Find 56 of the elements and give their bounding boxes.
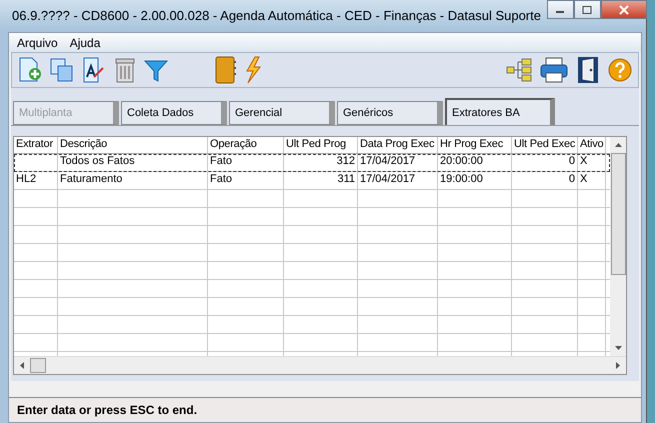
column-header[interactable]: Extrator bbox=[14, 137, 58, 153]
column-header[interactable]: Ativo bbox=[578, 137, 606, 153]
table-cell: Faturamento bbox=[58, 172, 208, 189]
notebook-icon[interactable] bbox=[214, 56, 236, 84]
menu-item[interactable]: Ajuda bbox=[66, 36, 104, 50]
tab[interactable]: Extratores BA bbox=[445, 98, 555, 125]
close-button[interactable] bbox=[600, 0, 647, 19]
copy-icon[interactable] bbox=[50, 57, 74, 83]
new-document-icon[interactable] bbox=[18, 57, 42, 83]
scroll-left-icon[interactable] bbox=[20, 362, 24, 369]
table-cell: 0 bbox=[512, 154, 578, 171]
tree-icon[interactable] bbox=[506, 57, 532, 83]
table-cell: 20:00:00 bbox=[438, 154, 512, 171]
table-row[interactable]: Todos os Fatos Fato 312 17/04/2017 20:00:00 0 X bbox=[14, 154, 610, 172]
printer-icon[interactable] bbox=[540, 57, 568, 83]
scroll-down-icon[interactable] bbox=[614, 346, 622, 350]
status-bar: Enter data or press ESC to end. bbox=[9, 397, 641, 422]
table-cell: Fato bbox=[208, 154, 284, 171]
edit-document-icon[interactable] bbox=[82, 57, 106, 83]
table-row[interactable]: HL2 Faturamento Fato 311 17/04/2017 19:00:00 0 X bbox=[14, 172, 610, 190]
column-header[interactable]: Operação bbox=[208, 137, 284, 153]
table-cell: 17/04/2017 bbox=[358, 172, 438, 189]
table-cell: X bbox=[578, 172, 606, 189]
tab[interactable]: Coleta Dados bbox=[121, 101, 227, 125]
table-cell: 0 bbox=[512, 172, 578, 189]
window-title: 06.9.???? - CD8600 - 2.00.00.028 - Agenda Automática - CED - Finanças - Datasul Suporte bbox=[12, 8, 541, 22]
tab[interactable]: Gerencial bbox=[229, 101, 335, 125]
column-header[interactable]: Ult Ped Exec bbox=[512, 137, 578, 153]
column-header[interactable]: Descrição bbox=[58, 137, 208, 153]
horizontal-scrollbar[interactable] bbox=[14, 356, 626, 374]
trash-icon[interactable] bbox=[114, 57, 136, 83]
table-cell: 311 bbox=[284, 172, 358, 189]
table-cell: Fato bbox=[208, 172, 284, 189]
maximize-button[interactable] bbox=[574, 0, 601, 19]
column-header[interactable]: Hr Prog Exec bbox=[438, 137, 512, 153]
menu-item[interactable]: Arquivo bbox=[13, 36, 62, 50]
scroll-right-icon[interactable] bbox=[616, 362, 620, 369]
vertical-scrollbar[interactable] bbox=[610, 137, 626, 356]
table-cell: 17/04/2017 bbox=[358, 154, 438, 171]
maximize-icon bbox=[582, 6, 592, 14]
help-icon[interactable] bbox=[608, 58, 632, 82]
close-icon bbox=[618, 4, 630, 14]
table-cell: X bbox=[578, 154, 606, 171]
exit-door-icon[interactable] bbox=[576, 56, 600, 84]
tab[interactable]: Genéricos bbox=[337, 101, 443, 125]
column-header[interactable]: Data Prog Exec bbox=[358, 137, 438, 153]
table-cell: Todos os Fatos bbox=[58, 154, 208, 171]
scroll-thumb[interactable] bbox=[30, 358, 46, 373]
lightning-icon[interactable] bbox=[244, 56, 262, 84]
scroll-up-icon[interactable] bbox=[614, 143, 622, 147]
table-cell: 312 bbox=[284, 154, 358, 171]
scroll-thumb[interactable] bbox=[610, 153, 626, 275]
table-cell: 19:00:00 bbox=[438, 172, 512, 189]
minimize-button[interactable] bbox=[546, 0, 574, 19]
table-cell: HL2 bbox=[14, 172, 58, 189]
column-header[interactable]: Ult Ped Prog bbox=[284, 137, 358, 153]
